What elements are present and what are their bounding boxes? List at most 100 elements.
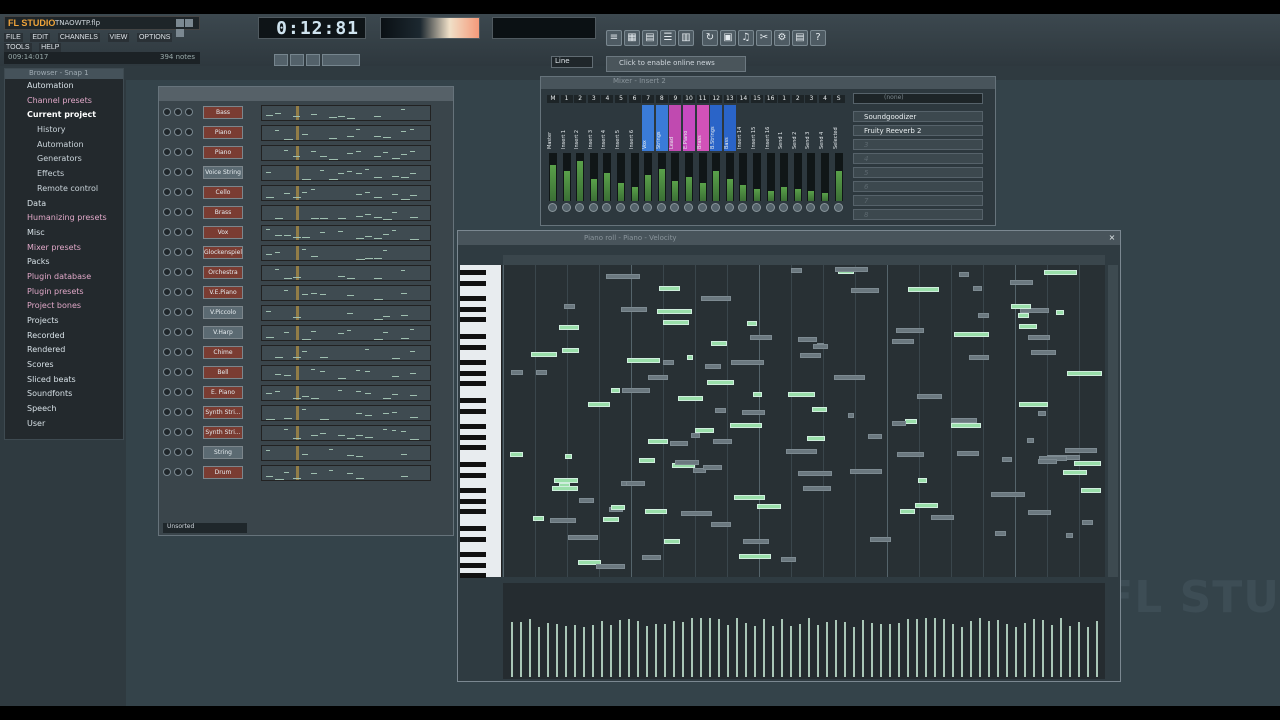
browser-item[interactable]: Packs (5, 255, 123, 270)
midi-note[interactable] (917, 394, 942, 399)
browser-item[interactable]: Humanizing presets (5, 211, 123, 226)
note-grid[interactable] (503, 265, 1105, 577)
mixer-fx-slot[interactable]: 5 (853, 167, 983, 178)
midi-note[interactable] (648, 439, 668, 444)
piano-keyboard[interactable] (460, 265, 502, 578)
save-icon[interactable]: ▤ (792, 30, 808, 46)
mixer-fx-slot[interactable]: 7 (853, 195, 983, 206)
midi-note[interactable] (753, 392, 762, 397)
channel-pattern-preview[interactable] (261, 385, 431, 401)
browser-item[interactable]: Plugin database (5, 270, 123, 285)
pan-knob-icon[interactable] (174, 308, 182, 316)
mixer-pan-knob-icon[interactable] (643, 203, 653, 212)
mute-led-icon[interactable] (163, 388, 171, 396)
channel-name-button[interactable]: Voice String (203, 166, 243, 179)
velocity-bar[interactable] (826, 622, 828, 677)
channel-row[interactable]: String (163, 443, 449, 463)
browser-item[interactable]: Rendered (5, 343, 123, 358)
midi-note[interactable] (663, 360, 674, 365)
channel-pattern-preview[interactable] (261, 205, 431, 221)
velocity-bar[interactable] (556, 624, 558, 677)
mixer-channel-strip[interactable]: 2 Send 2 (791, 95, 804, 212)
volume-knob-icon[interactable] (185, 388, 193, 396)
black-key[interactable] (460, 408, 486, 414)
midi-note[interactable] (713, 439, 732, 444)
mixer-pan-knob-icon[interactable] (697, 203, 707, 212)
channel-name-button[interactable]: Bell (203, 366, 243, 379)
midi-note[interactable] (834, 375, 865, 380)
velocity-bar[interactable] (601, 621, 603, 677)
mixer-fx-slot[interactable]: 4 (853, 153, 983, 164)
midi-note[interactable] (707, 380, 734, 385)
mixer-channel-strip[interactable]: 14 Insert 14 (737, 95, 750, 212)
velocity-bar[interactable] (1069, 626, 1071, 677)
mixer-fx-slot[interactable]: Fruity Reeverb 2 (853, 125, 983, 136)
step-sequencer-icon[interactable]: ▦ (624, 30, 640, 46)
channel-name-button[interactable]: Synth Stri... (203, 406, 243, 419)
midi-note[interactable] (978, 313, 989, 318)
online-news-button[interactable]: Click to enable online news (606, 56, 746, 72)
mute-led-icon[interactable] (163, 428, 171, 436)
browser-item[interactable]: Project bones (5, 299, 123, 314)
midi-note[interactable] (711, 341, 727, 346)
velocity-bar[interactable] (628, 619, 630, 677)
piano-roll-ruler[interactable] (503, 255, 1105, 265)
browser-item[interactable]: Misc (5, 226, 123, 241)
midi-note[interactable] (1063, 470, 1087, 475)
tools-icon[interactable]: ✂ (756, 30, 772, 46)
midi-note[interactable] (552, 486, 578, 491)
channel-row[interactable]: Drum (163, 463, 449, 483)
close-icon[interactable]: × (1107, 233, 1117, 243)
midi-note[interactable] (951, 423, 981, 428)
black-key[interactable] (460, 306, 486, 312)
volume-knob-icon[interactable] (185, 108, 193, 116)
maximize-icon[interactable] (185, 19, 193, 27)
channel-pattern-preview[interactable] (261, 405, 431, 421)
midi-note[interactable] (511, 370, 523, 375)
midi-note[interactable] (1065, 448, 1097, 453)
volume-knob-icon[interactable] (185, 428, 193, 436)
velocity-bar[interactable] (1096, 621, 1098, 677)
midi-note[interactable] (743, 539, 769, 544)
black-key[interactable] (460, 280, 486, 286)
midi-note[interactable] (969, 355, 989, 360)
velocity-bar[interactable] (1015, 627, 1017, 677)
midi-note[interactable] (1082, 520, 1093, 525)
midi-note[interactable] (915, 503, 938, 508)
midi-note[interactable] (711, 522, 731, 527)
play-button[interactable] (274, 54, 288, 66)
channel-pattern-preview[interactable] (261, 165, 431, 181)
midi-note[interactable] (892, 339, 914, 344)
channel-pattern-preview[interactable] (261, 125, 431, 141)
channel-row[interactable]: Glockenspiel (163, 243, 449, 263)
channel-row[interactable]: V.E.Piano (163, 283, 449, 303)
velocity-bar[interactable] (907, 619, 909, 677)
midi-note[interactable] (639, 458, 655, 463)
mute-led-icon[interactable] (163, 128, 171, 136)
midi-note[interactable] (750, 335, 772, 340)
velocity-bar[interactable] (1006, 624, 1008, 677)
midi-note[interactable] (1019, 324, 1037, 329)
channel-row[interactable]: Voice String (163, 163, 449, 183)
help-icon[interactable]: ? (810, 30, 826, 46)
velocity-bar[interactable] (1060, 618, 1062, 677)
midi-note[interactable] (850, 469, 882, 474)
midi-note[interactable] (691, 433, 700, 438)
midi-note[interactable] (813, 344, 828, 349)
velocity-bar[interactable] (520, 622, 522, 677)
browser-item[interactable]: Mixer presets (5, 241, 123, 256)
pan-knob-icon[interactable] (174, 448, 182, 456)
mixer-fx-slot[interactable]: 8 (853, 209, 983, 220)
channel-pattern-preview[interactable] (261, 285, 431, 301)
velocity-bar[interactable] (664, 624, 666, 677)
black-key[interactable] (460, 445, 486, 450)
velocity-pane[interactable] (503, 583, 1105, 679)
mixer-pan-knob-icon[interactable] (684, 203, 693, 212)
minimize-icon[interactable] (176, 19, 184, 27)
midi-note[interactable] (995, 531, 1006, 536)
volume-knob-icon[interactable] (185, 148, 193, 156)
volume-knob-icon[interactable] (185, 208, 193, 216)
pan-knob-icon[interactable] (174, 408, 182, 416)
midi-note[interactable] (959, 272, 969, 277)
mixer-channel-strip[interactable]: 2 Insert 2 (574, 95, 587, 212)
